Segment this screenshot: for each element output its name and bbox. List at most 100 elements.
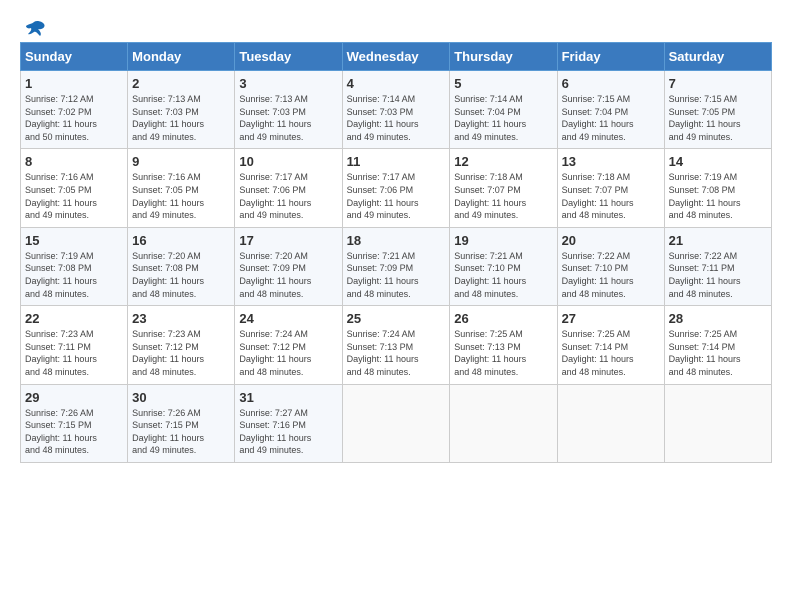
header-wednesday: Wednesday — [342, 43, 450, 71]
day-sun-info: Sunrise: 7:17 AM Sunset: 7:06 PM Dayligh… — [347, 171, 446, 221]
calendar-cell: 7 Sunrise: 7:15 AM Sunset: 7:05 PM Daylig… — [664, 71, 771, 149]
calendar-cell: 19 Sunrise: 7:21 AM Sunset: 7:10 PM Dayli… — [450, 227, 557, 305]
day-sun-info: Sunrise: 7:22 AM Sunset: 7:11 PM Dayligh… — [669, 250, 767, 300]
calendar-week-5: 29 Sunrise: 7:26 AM Sunset: 7:15 PM Dayli… — [21, 384, 772, 462]
calendar-cell: 17Sunrise: 7:20 AM Sunset: 7:09 PM Dayli… — [235, 227, 342, 305]
calendar-cell — [450, 384, 557, 462]
day-number: 31 — [239, 390, 337, 405]
calendar-cell: 28Sunrise: 7:25 AM Sunset: 7:14 PM Dayli… — [664, 306, 771, 384]
day-sun-info: Sunrise: 7:14 AM Sunset: 7:03 PM Dayligh… — [347, 93, 446, 143]
day-number: 6 — [562, 76, 660, 91]
day-number: 16 — [132, 233, 230, 248]
calendar-week-4: 22 Sunrise: 7:23 AM Sunset: 7:11 PM Dayli… — [21, 306, 772, 384]
header-monday: Monday — [128, 43, 235, 71]
day-sun-info: Sunrise: 7:25 AM Sunset: 7:14 PM Dayligh… — [669, 328, 767, 378]
day-sun-info: Sunrise: 7:13 AM Sunset: 7:03 PM Dayligh… — [132, 93, 230, 143]
calendar-cell: 13Sunrise: 7:18 AM Sunset: 7:07 PM Dayli… — [557, 149, 664, 227]
logo — [20, 20, 46, 34]
day-sun-info: Sunrise: 7:21 AM Sunset: 7:10 PM Dayligh… — [454, 250, 552, 300]
calendar-week-2: 8 Sunrise: 7:16 AM Sunset: 7:05 PM Daylig… — [21, 149, 772, 227]
day-number: 23 — [132, 311, 230, 326]
day-number: 20 — [562, 233, 660, 248]
day-sun-info: Sunrise: 7:14 AM Sunset: 7:04 PM Dayligh… — [454, 93, 552, 143]
calendar-cell: 6Sunrise: 7:15 AM Sunset: 7:04 PM Daylig… — [557, 71, 664, 149]
calendar-cell: 1Sunrise: 7:12 AM Sunset: 7:02 PM Daylig… — [21, 71, 128, 149]
day-sun-info: Sunrise: 7:19 AM Sunset: 7:08 PM Dayligh… — [669, 171, 767, 221]
header-thursday: Thursday — [450, 43, 557, 71]
day-number: 24 — [239, 311, 337, 326]
day-number: 19 — [454, 233, 552, 248]
day-number: 25 — [347, 311, 446, 326]
day-sun-info: Sunrise: 7:20 AM Sunset: 7:08 PM Dayligh… — [132, 250, 230, 300]
calendar-cell: 9 Sunrise: 7:16 AM Sunset: 7:05 PM Daylig… — [128, 149, 235, 227]
day-sun-info: Sunrise: 7:25 AM Sunset: 7:13 PM Dayligh… — [454, 328, 552, 378]
calendar-cell: 27 Sunrise: 7:25 AM Sunset: 7:14 PM Dayli… — [557, 306, 664, 384]
day-number: 21 — [669, 233, 767, 248]
header-saturday: Saturday — [664, 43, 771, 71]
day-number: 5 — [454, 76, 552, 91]
day-sun-info: Sunrise: 7:24 AM Sunset: 7:13 PM Dayligh… — [347, 328, 446, 378]
calendar-cell: 15 Sunrise: 7:19 AM Sunset: 7:08 PM Dayli… — [21, 227, 128, 305]
day-number: 2 — [132, 76, 230, 91]
calendar-cell: 14 Sunrise: 7:19 AM Sunset: 7:08 PM Dayli… — [664, 149, 771, 227]
day-number: 27 — [562, 311, 660, 326]
day-number: 8 — [25, 154, 123, 169]
day-sun-info: Sunrise: 7:25 AM Sunset: 7:14 PM Dayligh… — [562, 328, 660, 378]
calendar-cell: 3Sunrise: 7:13 AM Sunset: 7:03 PM Daylig… — [235, 71, 342, 149]
calendar-cell: 18 Sunrise: 7:21 AM Sunset: 7:09 PM Dayli… — [342, 227, 450, 305]
day-number: 29 — [25, 390, 123, 405]
calendar-cell: 8Sunrise: 7:16 AM Sunset: 7:05 PM Daylig… — [21, 149, 128, 227]
calendar-cell — [664, 384, 771, 462]
day-number: 9 — [132, 154, 230, 169]
calendar-cell: 4 Sunrise: 7:14 AM Sunset: 7:03 PM Daylig… — [342, 71, 450, 149]
calendar-cell: 2 Sunrise: 7:13 AM Sunset: 7:03 PM Daylig… — [128, 71, 235, 149]
day-sun-info: Sunrise: 7:26 AM Sunset: 7:15 PM Dayligh… — [132, 407, 230, 457]
calendar-week-3: 15 Sunrise: 7:19 AM Sunset: 7:08 PM Dayli… — [21, 227, 772, 305]
day-sun-info: Sunrise: 7:18 AM Sunset: 7:07 PM Dayligh… — [562, 171, 660, 221]
day-sun-info: Sunrise: 7:19 AM Sunset: 7:08 PM Dayligh… — [25, 250, 123, 300]
day-number: 7 — [669, 76, 767, 91]
calendar-cell: 16 Sunrise: 7:20 AM Sunset: 7:08 PM Dayli… — [128, 227, 235, 305]
day-number: 10 — [239, 154, 337, 169]
day-sun-info: Sunrise: 7:15 AM Sunset: 7:05 PM Dayligh… — [669, 93, 767, 143]
day-number: 18 — [347, 233, 446, 248]
day-number: 11 — [347, 154, 446, 169]
page-header — [20, 20, 772, 34]
day-number: 26 — [454, 311, 552, 326]
calendar-cell: 31 Sunrise: 7:27 AM Sunset: 7:16 PM Dayli… — [235, 384, 342, 462]
calendar-cell: 20Sunrise: 7:22 AM Sunset: 7:10 PM Dayli… — [557, 227, 664, 305]
day-sun-info: Sunrise: 7:21 AM Sunset: 7:09 PM Dayligh… — [347, 250, 446, 300]
calendar-cell: 26 Sunrise: 7:25 AM Sunset: 7:13 PM Dayli… — [450, 306, 557, 384]
day-number: 22 — [25, 311, 123, 326]
day-sun-info: Sunrise: 7:17 AM Sunset: 7:06 PM Dayligh… — [239, 171, 337, 221]
day-number: 15 — [25, 233, 123, 248]
header-sunday: Sunday — [21, 43, 128, 71]
day-sun-info: Sunrise: 7:18 AM Sunset: 7:07 PM Dayligh… — [454, 171, 552, 221]
calendar-week-1: 1Sunrise: 7:12 AM Sunset: 7:02 PM Daylig… — [21, 71, 772, 149]
day-number: 1 — [25, 76, 123, 91]
calendar-cell — [342, 384, 450, 462]
calendar-cell: 5 Sunrise: 7:14 AM Sunset: 7:04 PM Daylig… — [450, 71, 557, 149]
day-sun-info: Sunrise: 7:20 AM Sunset: 7:09 PM Dayligh… — [239, 250, 337, 300]
day-sun-info: Sunrise: 7:27 AM Sunset: 7:16 PM Dayligh… — [239, 407, 337, 457]
calendar-cell — [557, 384, 664, 462]
day-number: 4 — [347, 76, 446, 91]
calendar-cell: 30Sunrise: 7:26 AM Sunset: 7:15 PM Dayli… — [128, 384, 235, 462]
day-sun-info: Sunrise: 7:16 AM Sunset: 7:05 PM Dayligh… — [132, 171, 230, 221]
calendar-cell: 23 Sunrise: 7:23 AM Sunset: 7:12 PM Dayli… — [128, 306, 235, 384]
calendar-cell: 21 Sunrise: 7:22 AM Sunset: 7:11 PM Dayli… — [664, 227, 771, 305]
calendar-cell: 24 Sunrise: 7:24 AM Sunset: 7:12 PM Dayli… — [235, 306, 342, 384]
day-sun-info: Sunrise: 7:26 AM Sunset: 7:15 PM Dayligh… — [25, 407, 123, 457]
day-number: 3 — [239, 76, 337, 91]
logo-bird-icon — [24, 20, 46, 38]
header-friday: Friday — [557, 43, 664, 71]
day-number: 14 — [669, 154, 767, 169]
calendar-cell: 29 Sunrise: 7:26 AM Sunset: 7:15 PM Dayli… — [21, 384, 128, 462]
calendar-cell: 22 Sunrise: 7:23 AM Sunset: 7:11 PM Dayli… — [21, 306, 128, 384]
calendar-cell: 11 Sunrise: 7:17 AM Sunset: 7:06 PM Dayli… — [342, 149, 450, 227]
day-sun-info: Sunrise: 7:23 AM Sunset: 7:11 PM Dayligh… — [25, 328, 123, 378]
calendar-cell: 12Sunrise: 7:18 AM Sunset: 7:07 PM Dayli… — [450, 149, 557, 227]
calendar-cell: 25 Sunrise: 7:24 AM Sunset: 7:13 PM Dayli… — [342, 306, 450, 384]
day-sun-info: Sunrise: 7:23 AM Sunset: 7:12 PM Dayligh… — [132, 328, 230, 378]
day-sun-info: Sunrise: 7:24 AM Sunset: 7:12 PM Dayligh… — [239, 328, 337, 378]
